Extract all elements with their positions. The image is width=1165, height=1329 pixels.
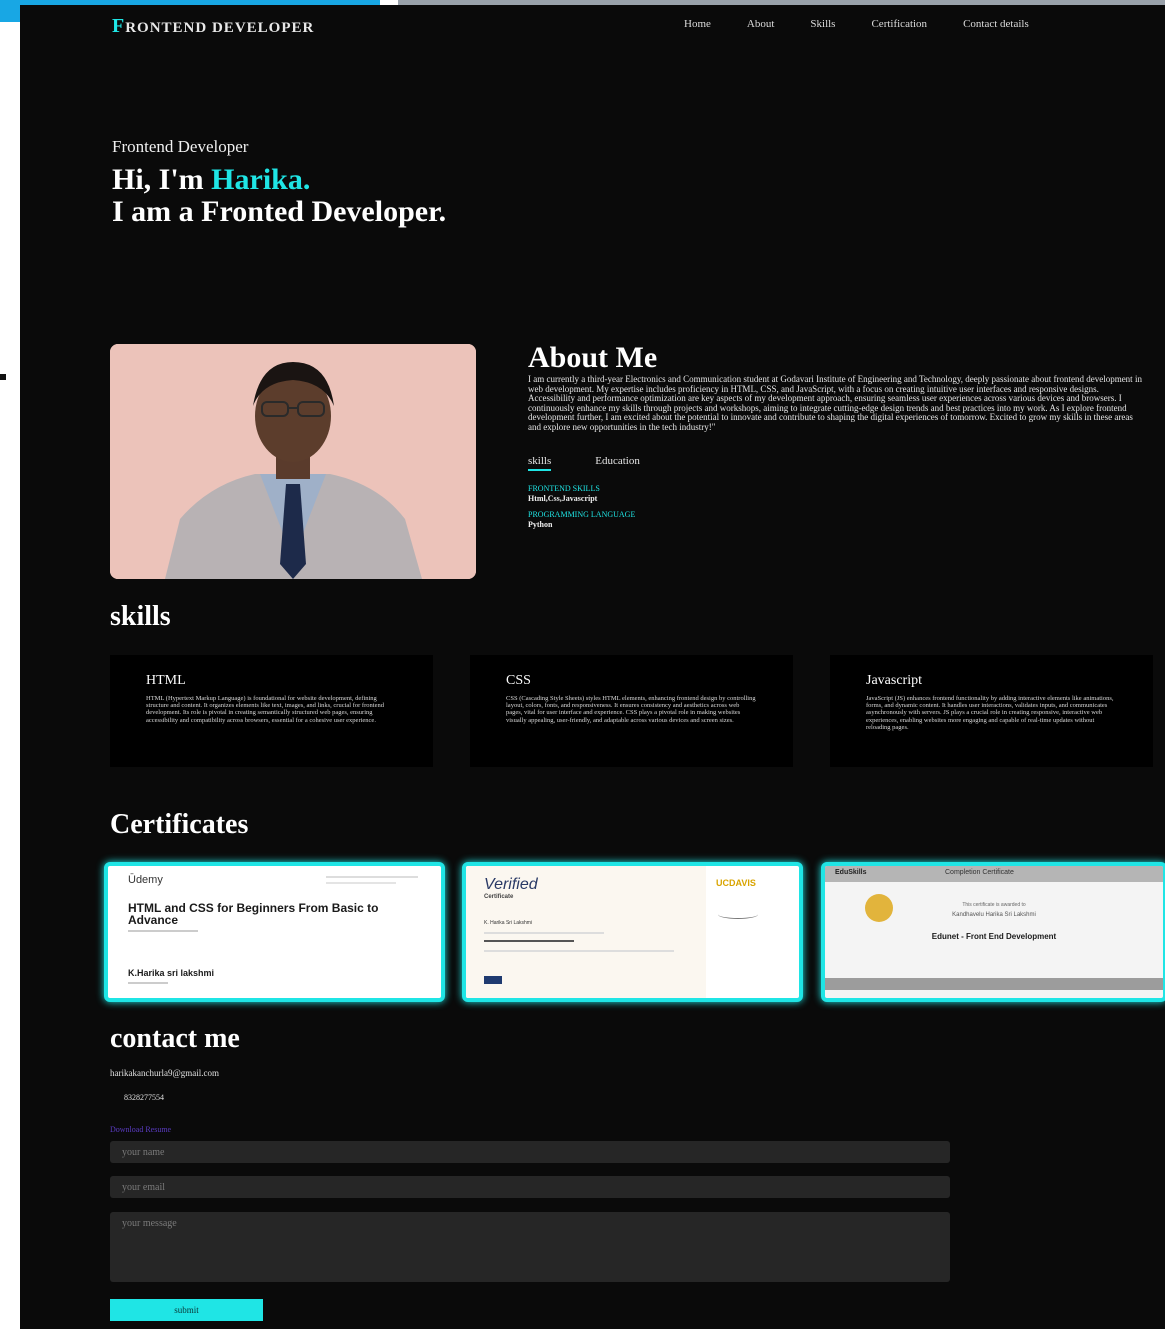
udemy-logo: Ūdemy [128, 874, 163, 886]
skill-card-html: HTML HTML (Hypertext Markup Language) is… [110, 655, 433, 767]
tab-education[interactable]: Education [595, 455, 640, 471]
nav-about[interactable]: About [747, 18, 775, 30]
hero-greeting: Hi, I'm Harika. [112, 163, 310, 197]
skills-title: skills [110, 601, 171, 632]
hero-role: I am a Fronted Developer. [112, 195, 447, 228]
eduskills-intro: This certificate is awarded to [962, 902, 1026, 908]
cert-footer-bar [825, 978, 1163, 990]
skill-card-css: CSS CSS (Cascading Style Sheets) styles … [470, 655, 793, 767]
about-title: About Me [528, 341, 658, 374]
verified-subtitle: Certificate [484, 894, 514, 900]
nav-certification[interactable]: Certification [871, 18, 927, 30]
portfolio-page: FRONTEND DEVELOPER Home About Skills Cer… [20, 5, 1165, 1329]
eduskills-course: Edunet - Front End Development [931, 932, 1057, 941]
about-tabs: skills Education [528, 455, 640, 471]
contact-phone: 8328277554 [124, 1093, 164, 1102]
certificate-coursera[interactable]: Verified Certificate K. Harika Sri Laksh… [462, 862, 803, 1002]
cert-meta-line [326, 882, 396, 884]
udemy-course-title: HTML and CSS for Beginners From Basic to… [128, 901, 379, 927]
university-logo: UCDAVIS [716, 878, 756, 888]
cert-meta-line [326, 876, 418, 878]
nav-home[interactable]: Home [684, 18, 711, 30]
name-input[interactable] [110, 1141, 950, 1163]
skill-card-text: JavaScript (JS) enhances frontend functi… [866, 695, 1114, 731]
skill-label: PROGRAMMING LANGUAGE [528, 510, 636, 519]
verified-badge: Verified [484, 876, 538, 893]
udemy-recipient: K.Harika sri lakshmi [128, 968, 215, 978]
hero-name: Harika. [211, 163, 311, 196]
contact-title: contact me [110, 1023, 240, 1054]
brand-text: RONTEND DEVELOPER [125, 20, 315, 36]
eduskills-header: Completion Certificate [945, 869, 1014, 876]
about-description: I am currently a third-year Electronics … [528, 374, 1142, 432]
contact-email[interactable]: harikakanchurla9@gmail.com [110, 1068, 219, 1078]
skill-card-title: CSS [506, 673, 531, 688]
skill-card-javascript: Javascript JavaScript (JS) enhances fron… [830, 655, 1153, 767]
certificates-title: Certificates [110, 809, 249, 840]
skill-value: Python [528, 520, 553, 529]
hero-greeting-text: Hi, I'm [112, 163, 212, 196]
eduskills-brand: EduSkills [835, 869, 867, 876]
skill-card-title: HTML [146, 673, 186, 688]
cert-meta-line [484, 940, 574, 942]
skill-card-text: HTML (Hypertext Markup Language) is foun… [146, 695, 384, 724]
skill-label: FRONTEND SKILLS [528, 484, 600, 493]
cert-meta-line [484, 950, 674, 952]
submit-button[interactable]: submit [110, 1299, 263, 1321]
profile-photo-illustration [110, 344, 476, 579]
hero-subtitle: Frontend Developer [112, 137, 249, 156]
coursera-logo-icon [484, 976, 502, 984]
email-input[interactable] [110, 1176, 950, 1198]
cert-meta-line [484, 932, 604, 934]
nav-contact[interactable]: Contact details [963, 18, 1029, 30]
brand-logo[interactable]: FRONTEND DEVELOPER [112, 15, 314, 38]
cert-meta-line [128, 982, 168, 984]
signature-icon [718, 910, 758, 919]
skill-card-text: CSS (Cascading Style Sheets) styles HTML… [506, 695, 756, 724]
message-textarea[interactable] [110, 1212, 950, 1282]
tab-skills[interactable]: skills [528, 455, 552, 471]
brand-initial: F [112, 15, 126, 37]
skill-value: Html,Css,Javascript [528, 494, 598, 503]
profile-photo [110, 344, 476, 579]
side-marker [0, 374, 6, 380]
skill-card-title: Javascript [866, 673, 922, 688]
cert-meta-line [128, 930, 198, 932]
eduskills-recipient: Kandhavelu Harika Sri Lakshmi [952, 912, 1036, 918]
certificate-udemy[interactable]: Ūdemy HTML and CSS for Beginners From Ba… [104, 862, 445, 1002]
nav-skills[interactable]: Skills [810, 18, 835, 30]
verified-recipient: K. Harika Sri Lakshmi [484, 920, 533, 926]
certificate-eduskills[interactable]: EduSkills Completion Certificate This ce… [821, 862, 1165, 1002]
download-resume-link[interactable]: Download Resume [110, 1125, 171, 1134]
tab-content-skills: FRONTEND SKILLS Html,Css,Javascript PROG… [528, 484, 635, 536]
main-nav: Home About Skills Certification Contact … [684, 18, 1029, 30]
